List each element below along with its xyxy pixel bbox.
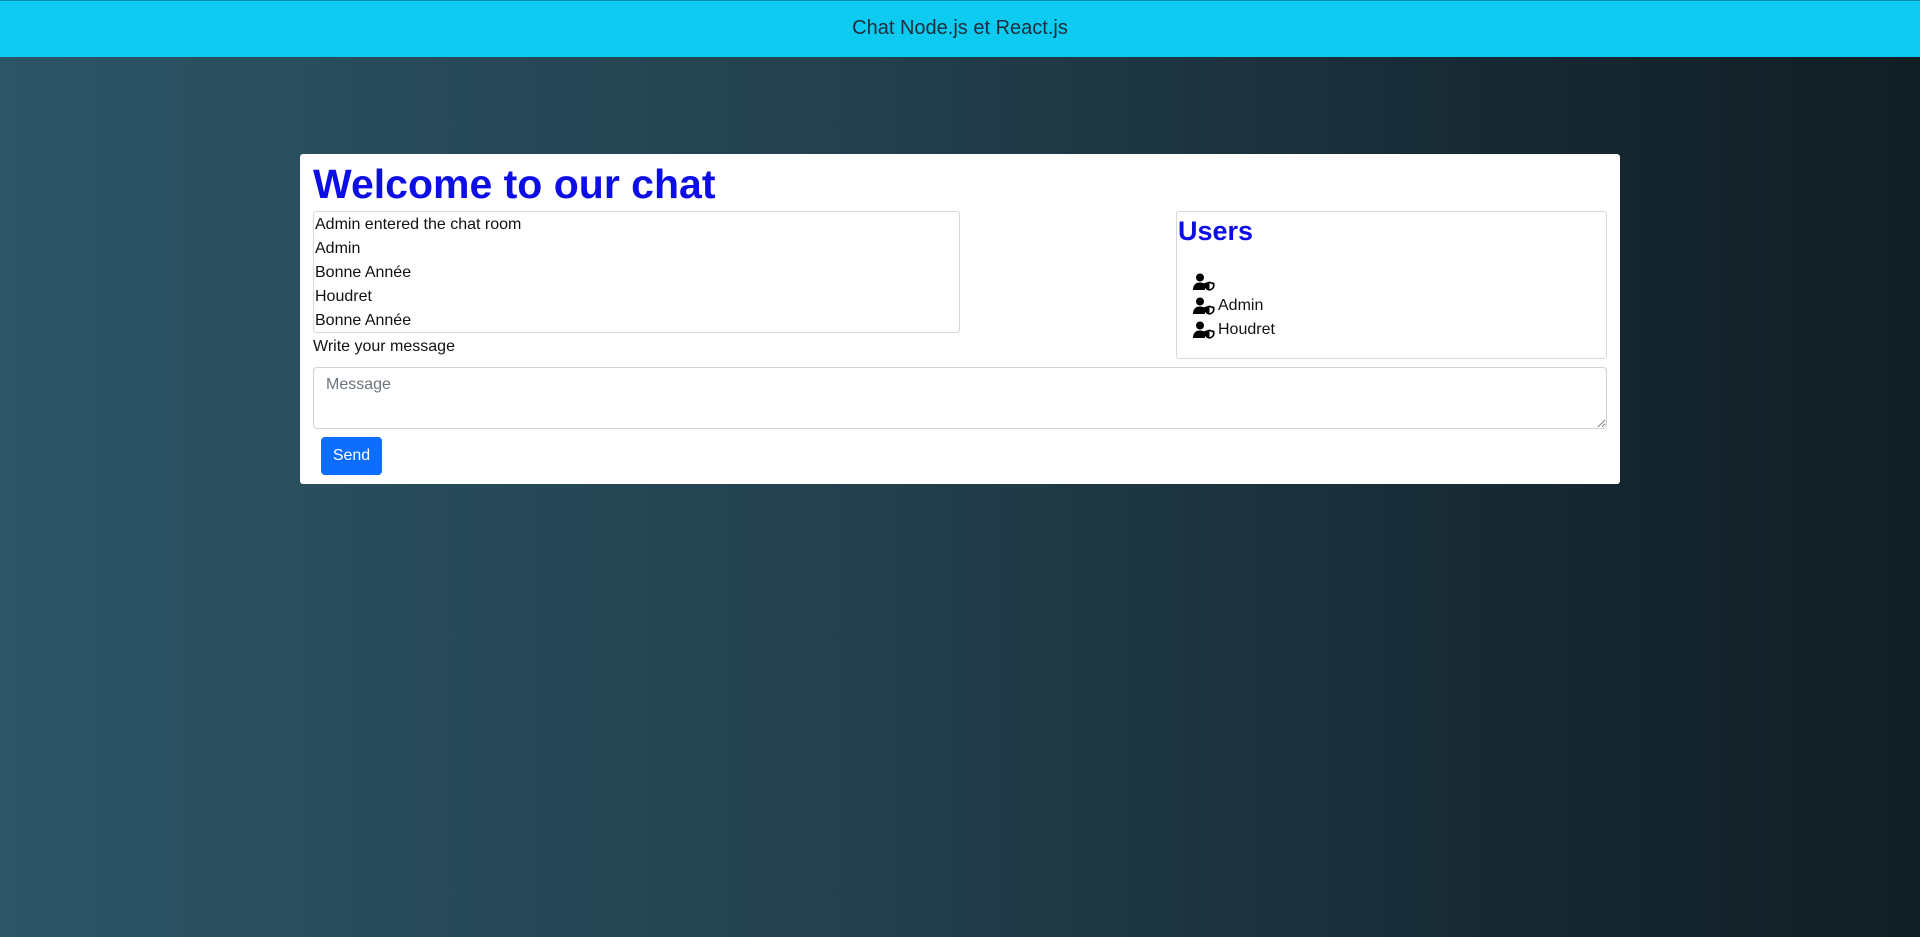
user-list-item: [1193, 270, 1275, 294]
user-name: Admin: [1218, 297, 1264, 314]
message-item: Admin entered the chat room: [315, 216, 522, 233]
messages-list: Admin entered the chat room Admin Bonne …: [314, 212, 959, 332]
message-item: Houdret: [315, 288, 372, 305]
message-item: Bonne Année: [315, 264, 412, 281]
user-list-item: Houdret: [1193, 318, 1275, 342]
messages-box[interactable]: Admin entered the chat room Admin Bonne …: [313, 211, 960, 333]
top-navbar: Chat Node.js et React.js: [0, 0, 1920, 57]
user-shield-icon: [1193, 297, 1215, 315]
users-title: Users: [1178, 216, 1254, 246]
user-shield-icon: [1193, 321, 1215, 339]
send-button[interactable]: Send: [321, 437, 382, 475]
navbar-title: Chat Node.js et React.js: [852, 16, 1068, 39]
user-list-item: Admin: [1193, 294, 1275, 318]
message-input[interactable]: [313, 367, 1607, 429]
users-panel: Users Admin Houdret: [1176, 211, 1607, 359]
message-item: Bonne Année: [315, 312, 412, 329]
chat-card: Welcome to our chat Admin entered the ch…: [300, 154, 1620, 484]
users-list: Admin Houdret: [1193, 270, 1275, 342]
user-name: Houdret: [1218, 321, 1275, 338]
welcome-title: Welcome to our chat: [313, 161, 716, 207]
write-message-label: Write your message: [313, 338, 455, 355]
message-item: Admin: [315, 240, 361, 257]
user-shield-icon: [1193, 273, 1215, 291]
